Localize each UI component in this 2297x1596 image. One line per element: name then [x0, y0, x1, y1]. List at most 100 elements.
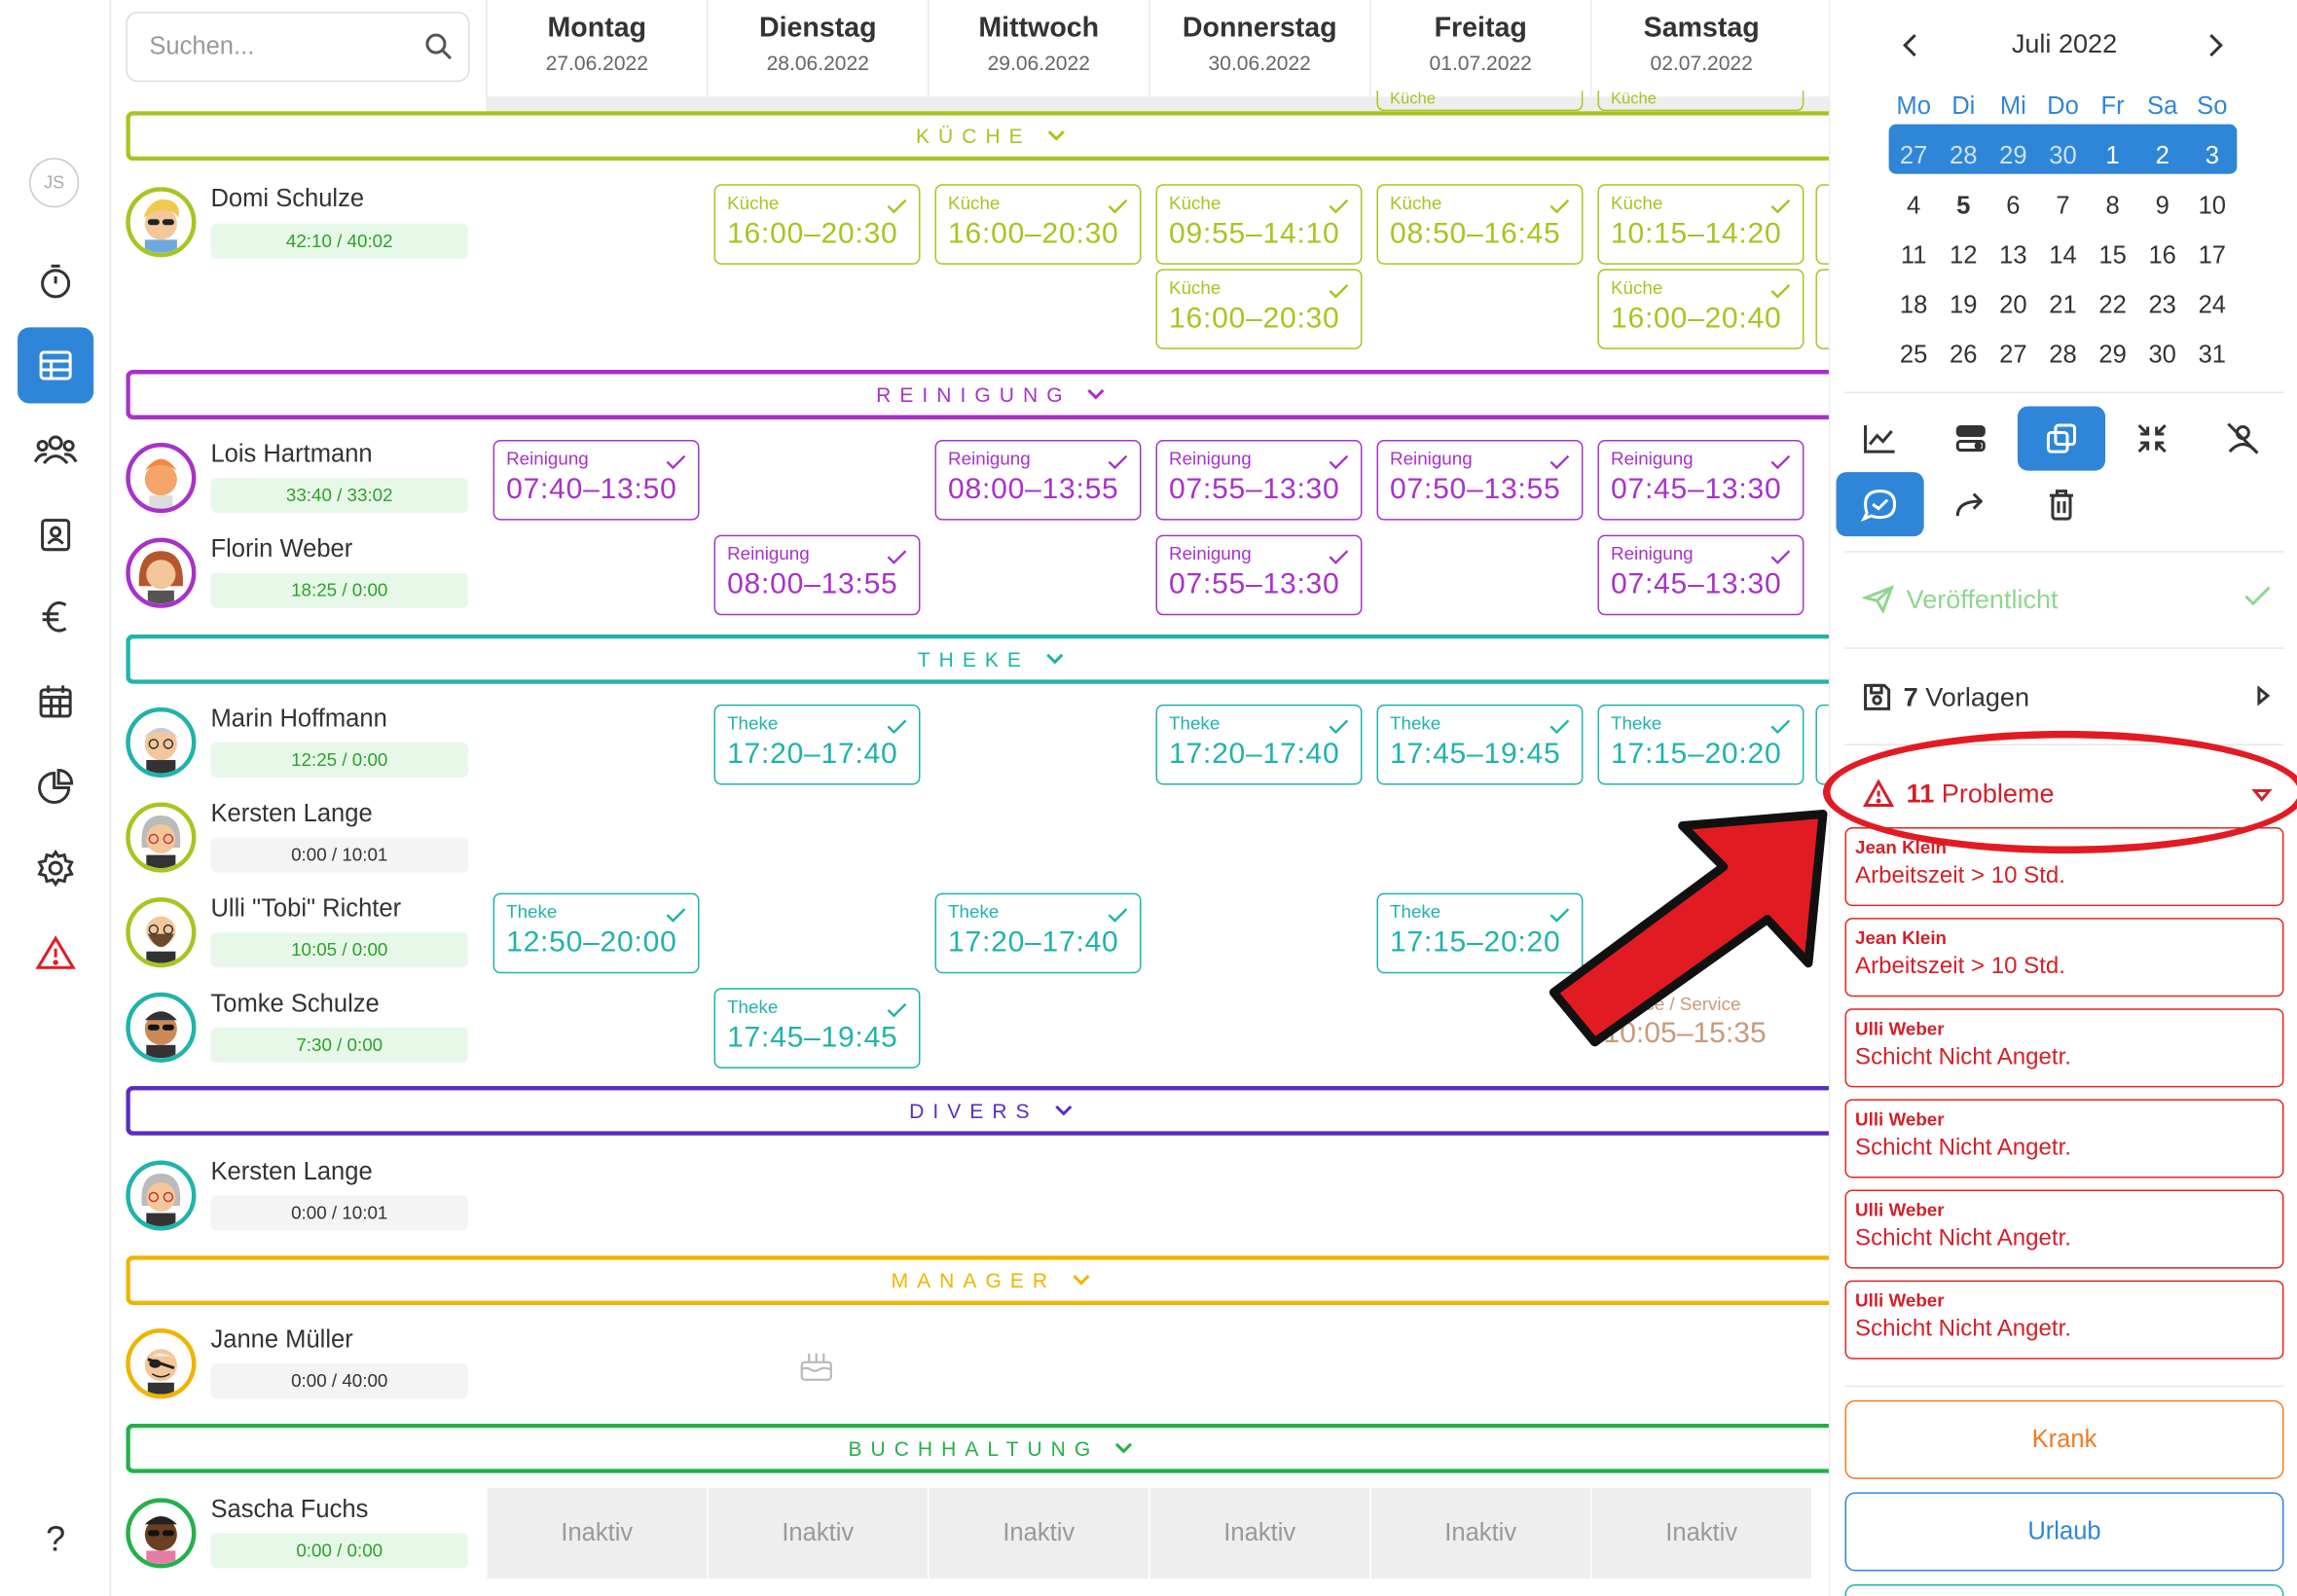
calendar-day[interactable]: 28	[2038, 341, 2088, 370]
published-status[interactable]: Veröffentlicht	[1862, 577, 2273, 621]
sick-button[interactable]: Krank	[1844, 1399, 2284, 1479]
calendar-day[interactable]: 14	[2038, 241, 2088, 271]
shift-card[interactable]: Reinigung 08:00–13:55	[713, 534, 921, 616]
problem-item[interactable]: Ulli Weber Schicht Nicht Angetr.	[1844, 1189, 2284, 1269]
calendar-day[interactable]: 6	[1988, 192, 2038, 221]
line-chart-icon[interactable]	[1836, 407, 1923, 471]
calendar-day[interactable]: 5	[1939, 192, 1988, 221]
group-header-theke[interactable]: THEKE	[126, 634, 1829, 684]
group-header-divers[interactable]: DIVERS	[126, 1085, 1829, 1136]
shift-card[interactable]: Theke 17:20–17:40	[1155, 704, 1363, 785]
shift-card[interactable]: Theke 17:20–17:40	[934, 892, 1142, 974]
timer-icon[interactable]	[18, 242, 93, 318]
calendar-day[interactable]: 25	[1889, 341, 1939, 370]
problem-item[interactable]: Ulli Weber Schicht Nicht Angetr.	[1844, 1008, 2284, 1088]
shift-card[interactable]: Reinigung 07:55–13:30	[1155, 440, 1363, 521]
shift-card[interactable]: Küche 16:00–20:30	[934, 184, 1142, 265]
group-header-kueche[interactable]: KÜCHE	[126, 111, 1829, 162]
share-icon[interactable]	[1927, 472, 2015, 536]
calendar-day[interactable]: 1	[2088, 142, 2137, 171]
calendar-day[interactable]: 11	[1889, 241, 1939, 271]
calendar-day[interactable]: 7	[2038, 192, 2088, 221]
shift-card[interactable]: Reinigung 07:45–13:30	[1597, 534, 1805, 616]
calendar-day[interactable]: 15	[2088, 241, 2137, 271]
calendar-day[interactable]: 18	[1889, 291, 1939, 320]
calendar-day[interactable]: 8	[2088, 192, 2137, 221]
group-header-reinigung[interactable]: REINIGUNG	[126, 369, 1829, 420]
problem-item[interactable]: Jean Klein Arbeitszeit > 10 Std.	[1844, 918, 2284, 998]
calendar-day[interactable]: 28	[1939, 142, 1988, 171]
vacation-button[interactable]: Urlaub	[1844, 1492, 2284, 1572]
shift-card[interactable]: Küche 16:00–20:30	[1155, 269, 1363, 349]
calendar-day[interactable]: 30	[2038, 142, 2088, 171]
toggle-icon[interactable]	[1927, 407, 2015, 471]
trash-icon[interactable]	[2018, 472, 2105, 536]
shift-card[interactable]: Reinigung 07:45–13:30	[1597, 440, 1805, 521]
group-header-buchhaltung[interactable]: BUCHHALTUNG	[126, 1423, 1829, 1473]
pie-chart-icon[interactable]	[18, 748, 93, 824]
calendar-day[interactable]: 29	[1988, 142, 2038, 171]
shift-card-partial[interactable]	[1815, 184, 1829, 265]
shift-card[interactable]: Küche 09:55–14:10	[1155, 184, 1363, 265]
help-icon[interactable]: ?	[18, 1503, 93, 1578]
calendar-day[interactable]: 9	[2137, 192, 2187, 221]
user-avatar[interactable]: JS	[29, 158, 80, 208]
calendar-day[interactable]: 4	[1889, 192, 1939, 221]
shift-card[interactable]: Küche 16:00–20:30	[713, 184, 921, 265]
calendar-icon[interactable]	[18, 664, 93, 740]
shift-card[interactable]: Theke 17:20–17:40	[713, 704, 921, 785]
calendar-day[interactable]: 23	[2137, 291, 2187, 320]
warning-icon[interactable]	[18, 915, 93, 991]
calendar-day[interactable]: 21	[2038, 291, 2088, 320]
problem-text: Schicht Nicht Angetr.	[1855, 1135, 2071, 1161]
shift-card[interactable]: Küche 08:50–16:45	[1376, 184, 1584, 265]
shift-card[interactable]: Theke 17:45–19:45	[1376, 704, 1584, 785]
group-header-manager[interactable]: MANAGER	[126, 1255, 1829, 1306]
next-button-partial[interactable]	[1844, 1583, 2284, 1596]
search-input[interactable]: Suchen...	[126, 12, 470, 83]
copy-icon[interactable]	[2017, 406, 2106, 471]
calendar-day[interactable]: 20	[1988, 291, 2038, 320]
contact-card-icon[interactable]	[18, 497, 93, 573]
table-icon[interactable]	[18, 327, 94, 404]
shift-card-partial[interactable]: Küche	[1597, 91, 1805, 112]
calendar-day[interactable]: 17	[2187, 241, 2237, 271]
gear-icon[interactable]	[18, 830, 93, 906]
shift-card[interactable]: Reinigung 07:40–13:50	[492, 440, 700, 521]
calendar-day[interactable]: 16	[2137, 241, 2187, 271]
shift-card-partial[interactable]	[1815, 704, 1829, 785]
shift-card[interactable]: Reinigung 08:00–13:55	[934, 440, 1142, 521]
calendar-day[interactable]: 12	[1939, 241, 1988, 271]
shift-card[interactable]: Küche 10:15–14:20	[1597, 184, 1805, 265]
calendar-day[interactable]: 19	[1939, 291, 1988, 320]
shift-card[interactable]: Reinigung 07:50–13:55	[1376, 440, 1584, 521]
calendar-day[interactable]: 24	[2187, 291, 2237, 320]
calendar-day[interactable]: 26	[1939, 341, 1988, 370]
calendar-day[interactable]: 29	[2088, 341, 2137, 370]
calendar-day[interactable]: 31	[2187, 341, 2237, 370]
team-icon[interactable]	[18, 413, 93, 489]
chevron-right-icon[interactable]	[2205, 32, 2225, 66]
calendar-day[interactable]: 10	[2187, 192, 2237, 221]
problem-item[interactable]: Ulli Weber Schicht Nicht Angetr.	[1844, 1099, 2284, 1179]
calendar-day[interactable]: 27	[1889, 142, 1939, 171]
templates-button[interactable]: 7 Vorlagen	[1863, 675, 2273, 719]
shift-card-partial[interactable]: Küche	[1376, 91, 1584, 112]
shift-card[interactable]: Theke 12:50–20:00	[492, 892, 700, 974]
calendar-day[interactable]: 3	[2187, 142, 2237, 171]
user-off-icon[interactable]	[2199, 407, 2286, 471]
shift-card-partial[interactable]	[1815, 269, 1829, 349]
euro-icon[interactable]	[18, 579, 93, 655]
calendar-day[interactable]: 2	[2137, 142, 2187, 171]
calendar-day[interactable]: 22	[2088, 291, 2137, 320]
calendar-day[interactable]: 13	[1988, 241, 2038, 271]
shift-card[interactable]: Küche 16:00–20:40	[1597, 269, 1805, 349]
collapse-icon[interactable]	[2108, 407, 2196, 471]
approve-icon[interactable]	[1836, 472, 1924, 537]
calendar-day[interactable]: 30	[2137, 341, 2187, 370]
problem-item[interactable]: Ulli Weber Schicht Nicht Angetr.	[1844, 1280, 2284, 1360]
shift-card[interactable]: Theke 17:15–20:20	[1597, 704, 1805, 785]
calendar-day[interactable]: 27	[1988, 341, 2038, 370]
shift-card[interactable]: Reinigung 07:55–13:30	[1155, 534, 1363, 616]
shift-card[interactable]: Theke 17:45–19:45	[713, 988, 921, 1069]
